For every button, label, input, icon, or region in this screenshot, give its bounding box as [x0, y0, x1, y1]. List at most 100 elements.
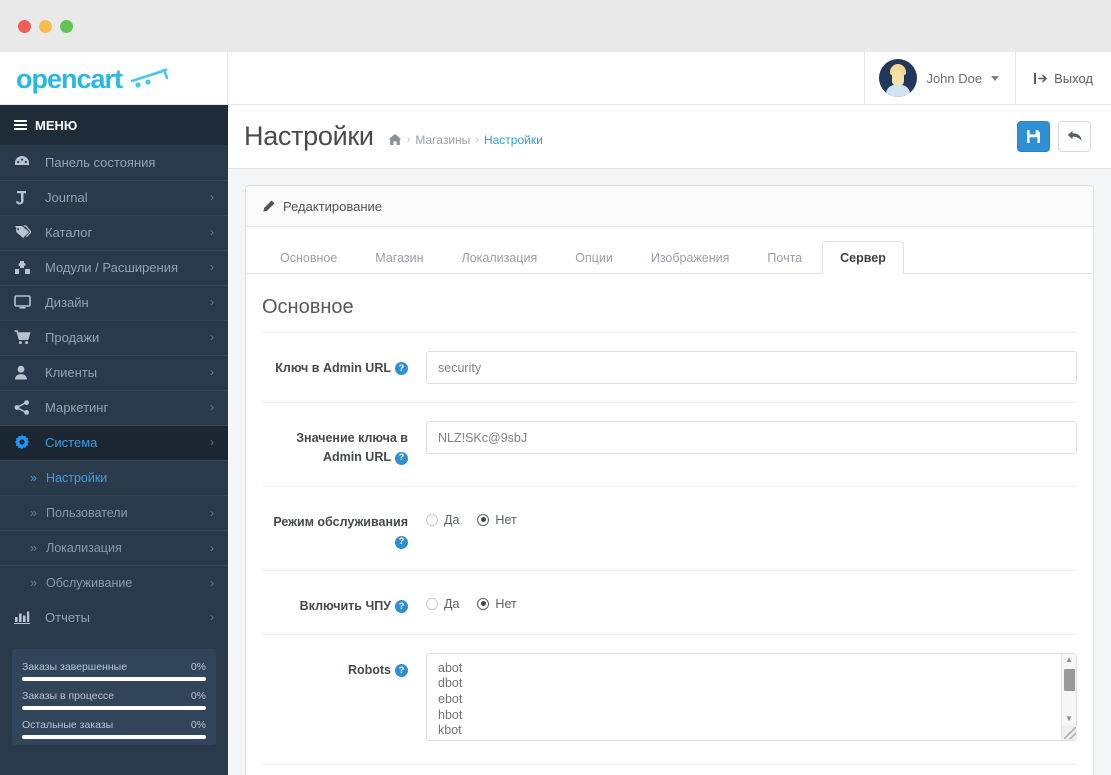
textarea-scrollbar[interactable]: ▲ ▼ — [1061, 653, 1077, 740]
sidebar-subitem-label: Пользователи — [46, 505, 128, 520]
maintenance-radio-yes[interactable]: Да — [426, 513, 459, 527]
sidebar-item-sales[interactable]: Продажи › — [0, 320, 228, 355]
tab-mail[interactable]: Почта — [749, 241, 820, 274]
field-label-text: Режим обслуживания — [273, 514, 408, 529]
tab-server[interactable]: Сервер — [822, 241, 904, 274]
field-row-maintenance: Режим обслуживания? Да Нет — [262, 487, 1077, 571]
scroll-track[interactable] — [1062, 667, 1076, 713]
radio-dot — [426, 597, 438, 610]
monitor-icon — [14, 295, 36, 309]
sidebar-item-label: Отчеты — [45, 609, 90, 625]
field-label-seo-url: Включить ЧПУ? — [262, 589, 410, 616]
admin-key-input[interactable] — [426, 351, 1077, 384]
scroll-thumb[interactable] — [1064, 668, 1075, 691]
stat-label: Заказы в процессе — [22, 690, 114, 702]
field-label-admin-key-value: Значение ключа в Admin URL? — [262, 421, 410, 468]
robots-textarea[interactable]: abot dbot ebot hbot kbot lbot — [426, 652, 1077, 741]
chart-icon — [14, 610, 36, 624]
help-icon[interactable]: ? — [395, 535, 408, 549]
sidebar-item-system[interactable]: Система › — [0, 425, 228, 460]
radio-label: Нет — [495, 596, 517, 611]
section-title-general: Основное — [262, 274, 1077, 333]
breadcrumb-link-settings[interactable]: Настройки — [484, 133, 543, 147]
sidebar-item-customers[interactable]: Клиенты › — [0, 355, 228, 390]
panel-header-title: Редактирование — [283, 198, 383, 214]
stat-item: Заказы в процессе 0% — [22, 690, 206, 710]
window-titlebar — [0, 0, 1111, 52]
logout-icon — [1034, 72, 1047, 84]
tab-images[interactable]: Изображения — [633, 241, 748, 274]
stat-progress-bar — [22, 706, 206, 710]
page-header-actions — [1017, 121, 1091, 152]
help-icon[interactable]: ? — [395, 451, 408, 465]
chevron-right-icon: › — [210, 295, 214, 309]
logout-button[interactable]: Выход — [1015, 52, 1111, 104]
back-button[interactable] — [1058, 121, 1091, 152]
save-button[interactable] — [1017, 121, 1050, 152]
sidebar-item-label: Панель состояния — [45, 154, 156, 170]
sidebar-item-extensions[interactable]: Модули / Расширения › — [0, 250, 228, 285]
gear-icon — [14, 434, 36, 450]
radio-dot — [477, 597, 490, 610]
sidebar-menu-header[interactable]: МЕНЮ — [0, 105, 228, 145]
tab-localization[interactable]: Локализация — [444, 241, 556, 274]
header-right: John Doe Выход — [864, 52, 1111, 104]
help-icon[interactable]: ? — [395, 664, 408, 678]
field-label-maintenance: Режим обслуживания? — [262, 505, 410, 552]
admin-key-value-input[interactable] — [426, 421, 1077, 454]
page-title: Настройки — [244, 121, 374, 151]
sidebar-item-label: Маркетинг — [45, 399, 109, 415]
header-spacer — [228, 52, 864, 104]
window-minimize-button[interactable] — [39, 19, 52, 33]
sidebar-item-design[interactable]: Дизайн › — [0, 285, 228, 320]
journal-icon — [14, 190, 36, 205]
resize-grip-icon[interactable] — [1061, 725, 1077, 740]
double-chevron-icon: » — [30, 505, 37, 520]
seo-url-radio-group: Да Нет — [426, 589, 1077, 611]
radio-label: Да — [444, 512, 460, 527]
chevron-right-icon: › — [210, 610, 214, 624]
window-maximize-button[interactable] — [60, 19, 73, 33]
chevron-right-icon: › — [210, 540, 214, 555]
help-icon[interactable]: ? — [395, 362, 408, 376]
field-label-robots: Robots? — [262, 653, 410, 680]
robots-textarea-wrapper: abot dbot ebot hbot kbot lbot ▲ ▼ — [426, 652, 1077, 746]
home-icon[interactable] — [388, 133, 402, 146]
tab-general[interactable]: Основное — [262, 241, 355, 274]
seo-url-radio-yes[interactable]: Да — [426, 597, 459, 611]
sidebar-nav: Панель состояния Journal › Каталог › Мод… — [0, 145, 228, 775]
window-close-button[interactable] — [18, 19, 31, 33]
sidebar-subitem-users[interactable]: » Пользователи › — [0, 495, 228, 530]
maintenance-radio-no[interactable]: Нет — [477, 513, 517, 527]
sidebar-item-marketing[interactable]: Маркетинг › — [0, 390, 228, 425]
tab-store[interactable]: Магазин — [357, 241, 441, 274]
sidebar-subitem-label: Локализация — [46, 540, 122, 555]
brand-logo[interactable]: opencart Русская сборка — [0, 52, 228, 104]
chevron-right-icon: › — [210, 225, 214, 239]
sidebar-subitem-label: Обслуживание — [46, 575, 133, 590]
sidebar-subitem-maintenance[interactable]: » Обслуживание › — [0, 565, 228, 600]
help-icon[interactable]: ? — [395, 599, 408, 613]
tab-options[interactable]: Опции — [557, 241, 631, 274]
sidebar-subitem-localization[interactable]: » Локализация › — [0, 530, 228, 565]
user-menu[interactable]: John Doe — [864, 52, 1015, 104]
sidebar-item-label: Journal — [45, 189, 88, 205]
stat-progress-bar — [22, 677, 206, 681]
chevron-down-icon — [991, 75, 1000, 81]
browser-window: opencart Русская сборка John Doe — [0, 0, 1111, 775]
field-label-text: Значение ключа в Admin URL — [296, 431, 408, 465]
sidebar-item-journal[interactable]: Journal › — [0, 180, 228, 215]
scroll-up-icon[interactable]: ▲ — [1065, 654, 1073, 667]
cart-logo-icon — [130, 68, 169, 88]
sidebar-item-reports[interactable]: Отчеты › — [0, 600, 228, 635]
breadcrumb-link-stores[interactable]: Магазины — [415, 133, 470, 147]
sidebar-item-dashboard[interactable]: Панель состояния — [0, 145, 228, 180]
sidebar-subitem-settings[interactable]: » Настройки — [0, 460, 228, 495]
sidebar-item-catalog[interactable]: Каталог › — [0, 215, 228, 250]
app-body: МЕНЮ Панель состояния Journal › Каталог … — [0, 105, 1111, 775]
puzzle-icon — [14, 260, 36, 275]
seo-url-radio-no[interactable]: Нет — [477, 596, 517, 611]
scroll-down-icon[interactable]: ▼ — [1065, 713, 1073, 726]
chevron-right-icon: › — [210, 400, 214, 414]
logout-label: Выход — [1054, 70, 1093, 86]
